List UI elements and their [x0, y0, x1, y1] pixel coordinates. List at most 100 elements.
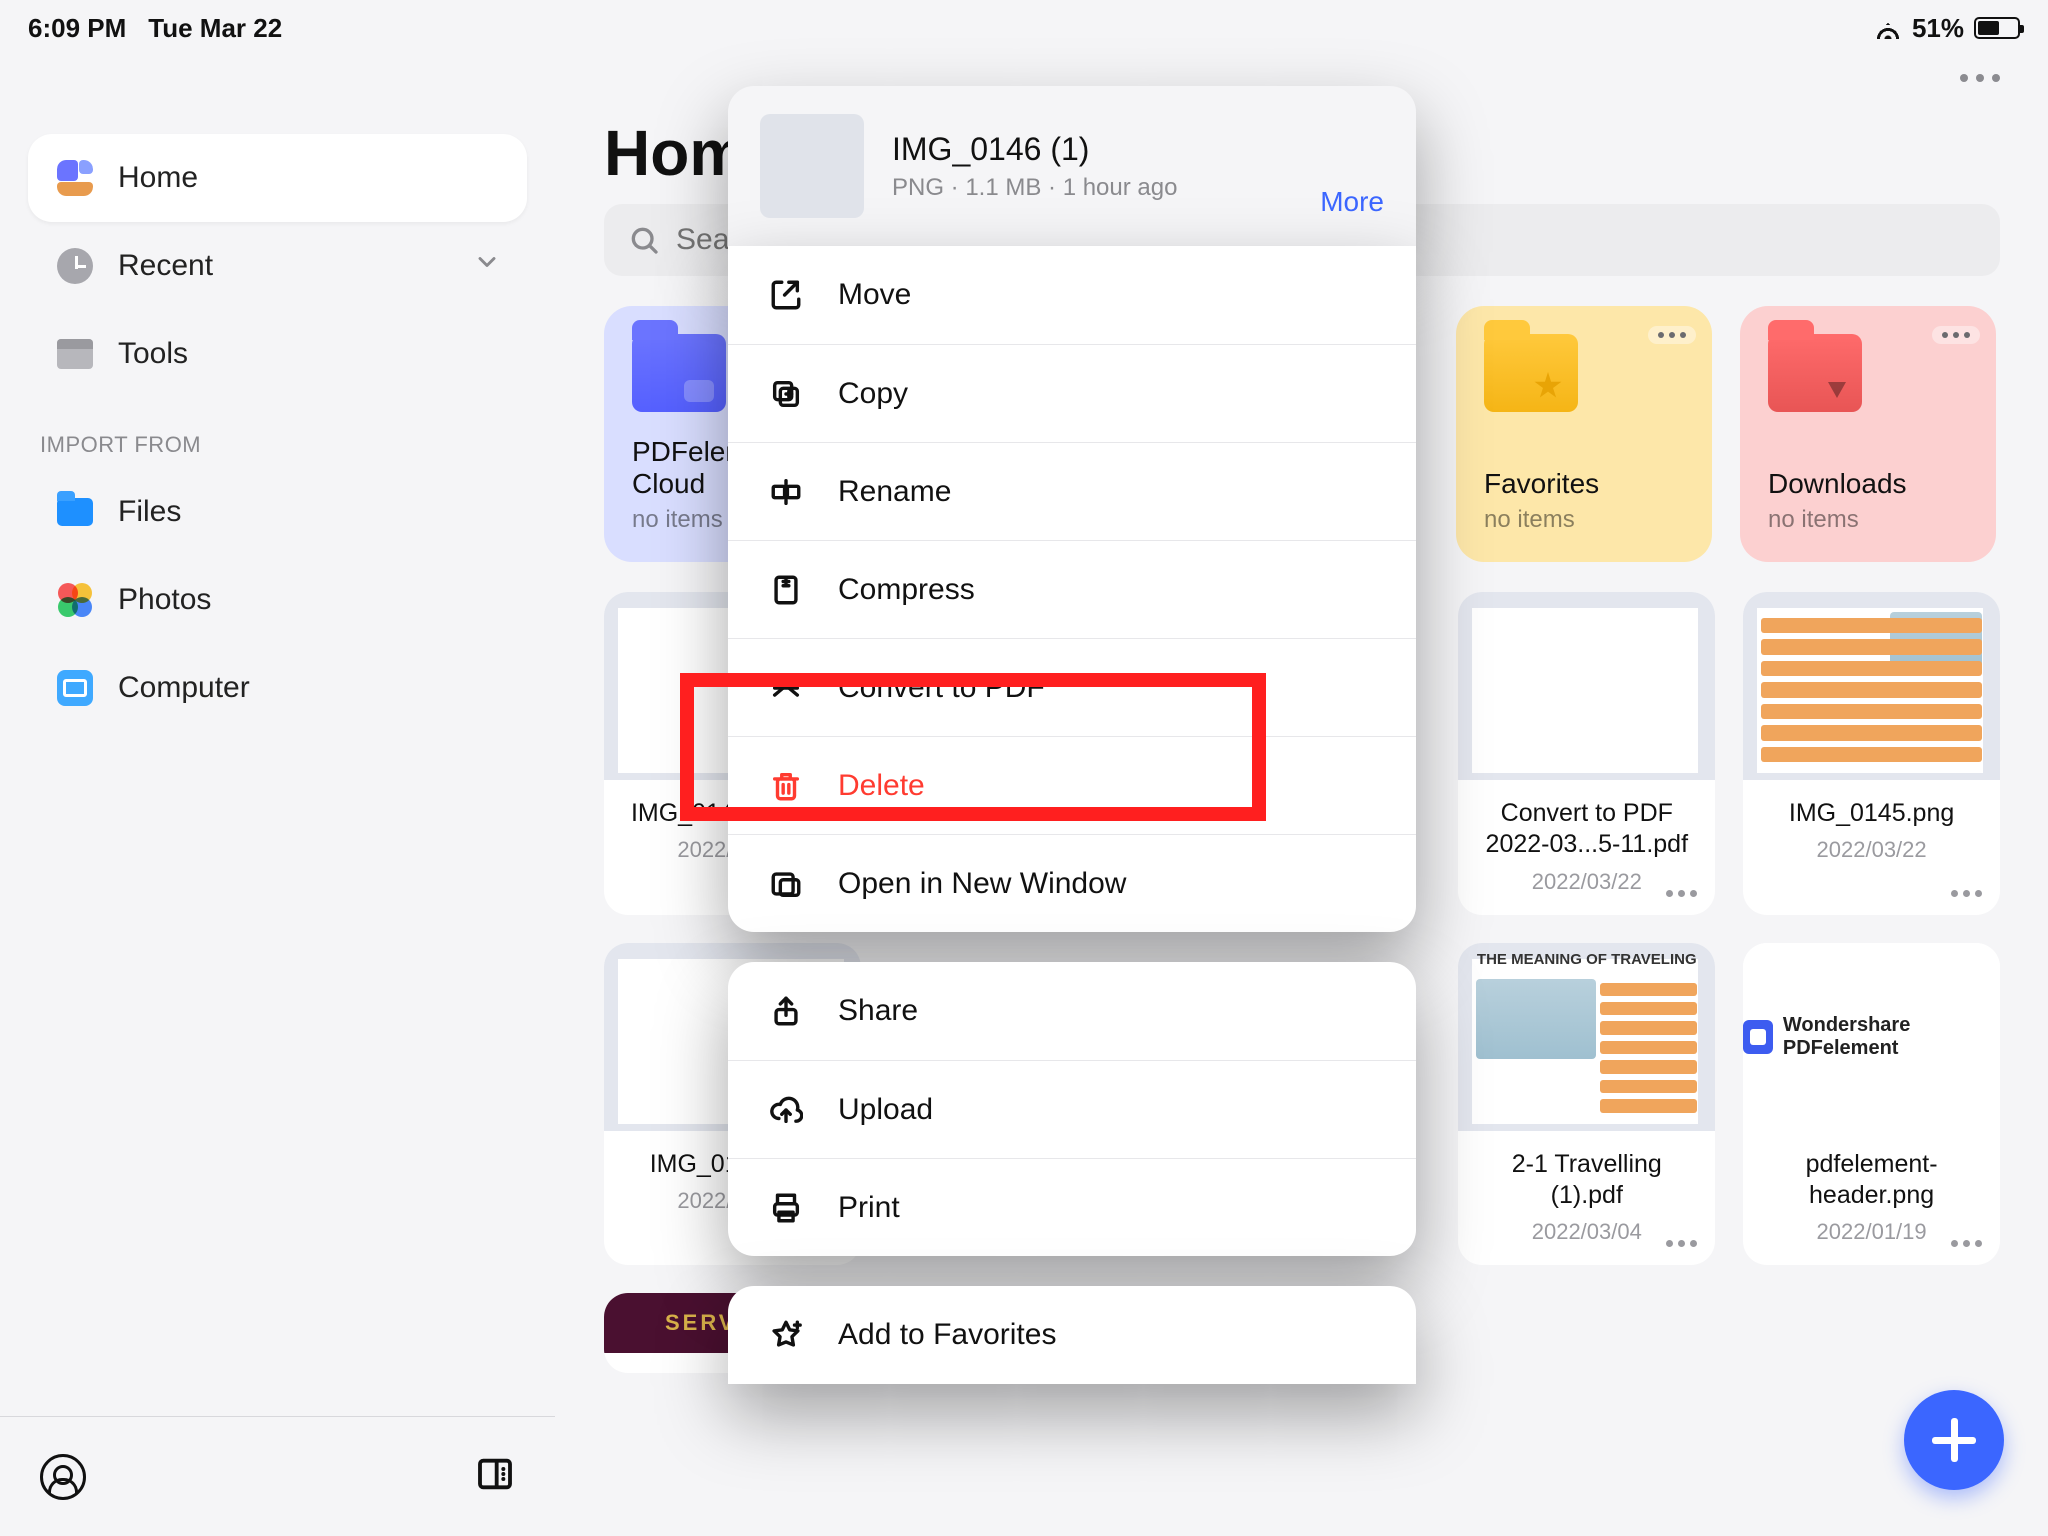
menu-item-label: Print — [838, 1191, 900, 1225]
move-icon — [768, 277, 804, 313]
location-card-favorites[interactable]: Favorites no items — [1456, 306, 1712, 562]
chevron-down-icon — [473, 248, 501, 284]
sidebar-item-label: Tools — [118, 337, 188, 371]
file-more-icon[interactable] — [1666, 890, 1697, 897]
sidebar-item-computer[interactable]: Computer — [28, 644, 527, 732]
status-date: Tue Mar 22 — [148, 13, 282, 44]
menu-item-label: Compress — [838, 573, 975, 607]
menu-item-label: Delete — [838, 769, 925, 803]
file-name: pdfelement-header.png — [1743, 1149, 2000, 1212]
location-subtitle: no items — [1484, 506, 1684, 534]
file-card[interactable]: Convert to PDF 2022-03...5-11.pdf 2022/0… — [1458, 592, 1715, 915]
file-more-icon[interactable] — [1666, 1240, 1697, 1247]
thumb-caption: Wondershare PDFelement — [1783, 1014, 2000, 1060]
compress-icon — [768, 572, 804, 608]
file-card[interactable]: THE MEANING OF TRAVELING 2-1 Travelling … — [1458, 943, 1715, 1266]
thumb-caption: THE MEANING OF TRAVELING — [1458, 951, 1715, 968]
sidebar-item-files[interactable]: Files — [28, 468, 527, 556]
context-file-preview — [760, 114, 864, 218]
sidebar-item-photos[interactable]: Photos — [28, 556, 527, 644]
menu-item-delete[interactable]: Delete — [728, 736, 1416, 834]
home-icon — [54, 157, 96, 199]
sidebar-item-label: Photos — [118, 583, 211, 617]
downloads-folder-icon — [1768, 334, 1862, 412]
sidebar-item-home[interactable]: Home — [28, 134, 527, 222]
location-subtitle: no items — [1768, 506, 1968, 534]
collapse-sidebar-icon[interactable] — [475, 1454, 515, 1499]
card-more-icon[interactable] — [1932, 326, 1980, 344]
app-logo-icon — [1743, 1020, 1773, 1054]
menu-item-add-favorites[interactable]: Add to Favorites — [728, 1286, 1416, 1384]
context-more-button[interactable]: More — [1320, 186, 1384, 218]
location-card-downloads[interactable]: Downloads no items — [1740, 306, 1996, 562]
file-date: 2022/03/22 — [1817, 837, 1927, 863]
menu-item-label: Open in New Window — [838, 867, 1126, 901]
location-title: Favorites — [1484, 468, 1684, 500]
menu-item-copy[interactable]: Copy — [728, 344, 1416, 442]
menu-item-upload[interactable]: Upload — [728, 1060, 1416, 1158]
photos-icon — [54, 579, 96, 621]
share-icon — [768, 993, 804, 1029]
location-title: Downloads — [1768, 468, 1968, 500]
battery-icon — [1974, 17, 2020, 39]
computer-icon — [54, 667, 96, 709]
file-name: IMG_0145.png — [1773, 798, 1970, 829]
trash-icon — [768, 768, 804, 804]
page-more-button[interactable] — [1960, 74, 2000, 82]
clock-icon — [54, 245, 96, 287]
file-thumbnail — [1458, 592, 1715, 780]
file-date: 2022/03/04 — [1532, 1219, 1642, 1245]
wifi-icon — [1874, 17, 1902, 39]
menu-item-rename[interactable]: Rename — [728, 442, 1416, 540]
sidebar: Home Recent Tools IMPORT FROM Files Pho — [0, 56, 556, 1536]
menu-item-label: Upload — [838, 1093, 933, 1127]
file-thumbnail: Wondershare PDFelement — [1743, 943, 2000, 1131]
menu-item-label: Move — [838, 278, 911, 312]
file-more-icon[interactable] — [1951, 890, 1982, 897]
menu-item-share[interactable]: Share — [728, 962, 1416, 1060]
status-time: 6:09 PM — [28, 13, 126, 44]
favorites-folder-icon — [1484, 334, 1578, 412]
sidebar-item-recent[interactable]: Recent — [28, 222, 527, 310]
file-more-icon[interactable] — [1951, 1240, 1982, 1247]
sidebar-section-import: IMPORT FROM — [40, 432, 515, 458]
sidebar-item-label: Computer — [118, 671, 250, 705]
file-date: 2022/01/19 — [1817, 1219, 1927, 1245]
menu-item-convert-to-pdf[interactable]: Convert to PDF — [728, 638, 1416, 736]
file-card[interactable]: IMG_0145.png 2022/03/22 — [1743, 592, 2000, 915]
account-icon[interactable] — [40, 1454, 86, 1500]
print-icon — [768, 1190, 804, 1226]
sidebar-item-label: Files — [118, 495, 181, 529]
card-more-icon[interactable] — [1648, 326, 1696, 344]
file-thumbnail — [1743, 592, 2000, 780]
add-button[interactable] — [1904, 1390, 2004, 1490]
menu-item-compress[interactable]: Compress — [728, 540, 1416, 638]
file-thumbnail: THE MEANING OF TRAVELING — [1458, 943, 1715, 1131]
cloud-folder-icon — [632, 334, 726, 412]
star-plus-icon — [768, 1317, 804, 1353]
status-bar: 6:09 PM Tue Mar 22 51% — [0, 0, 2048, 56]
convert-icon — [768, 670, 804, 706]
file-context-menu: IMG_0146 (1) PNG · 1.1 MB · 1 hour ago M… — [728, 86, 1416, 1414]
context-file-name: IMG_0146 (1) — [892, 131, 1177, 168]
folder-icon — [54, 491, 96, 533]
rename-icon — [768, 474, 804, 510]
menu-item-open-new-window[interactable]: Open in New Window — [728, 834, 1416, 932]
sidebar-item-tools[interactable]: Tools — [28, 310, 527, 398]
menu-item-label: Convert to PDF — [838, 671, 1045, 705]
file-name: 2-1 Travelling (1).pdf — [1458, 1149, 1715, 1212]
file-date: 2022/03/22 — [1532, 869, 1642, 895]
copy-icon — [768, 376, 804, 412]
sidebar-item-label: Home — [118, 161, 198, 195]
file-card[interactable]: Wondershare PDFelement pdfelement-header… — [1743, 943, 2000, 1266]
menu-item-print[interactable]: Print — [728, 1158, 1416, 1256]
sidebar-footer — [0, 1416, 555, 1536]
file-name: Convert to PDF 2022-03...5-11.pdf — [1458, 798, 1715, 861]
search-icon — [628, 224, 660, 256]
menu-item-label: Add to Favorites — [838, 1318, 1056, 1352]
menu-item-move[interactable]: Move — [728, 246, 1416, 344]
toolbox-icon — [54, 333, 96, 375]
context-menu-header: IMG_0146 (1) PNG · 1.1 MB · 1 hour ago M… — [728, 86, 1416, 246]
cloud-upload-icon — [768, 1092, 804, 1128]
menu-item-label: Rename — [838, 475, 951, 509]
